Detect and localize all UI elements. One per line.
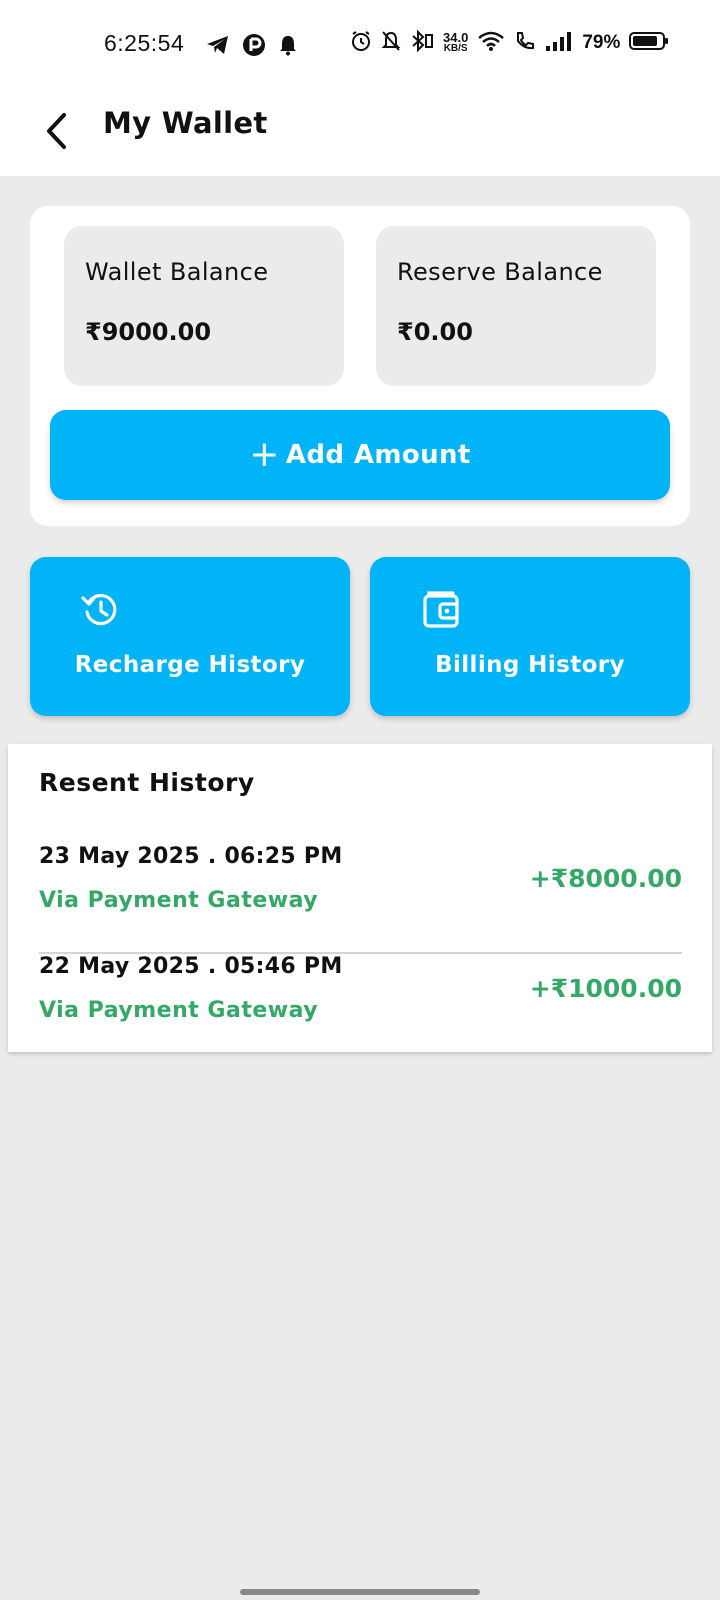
transaction-amount: +₹1000.00 [529, 974, 682, 1003]
billing-history-label: Billing History [435, 652, 625, 678]
recent-history-panel: Resent History 23 May 2025 . 06:25 PM Vi… [8, 744, 712, 1052]
add-amount-button[interactable]: + Add Amount [50, 410, 670, 500]
balance-card: Wallet Balance ₹9000.00 Reserve Balance … [30, 206, 690, 526]
net-speed-value: 34.0 [443, 30, 469, 45]
bell-icon [278, 34, 298, 60]
transaction-amount: +₹8000.00 [529, 864, 682, 893]
battery-icon [629, 30, 669, 56]
back-button[interactable] [36, 108, 76, 158]
transaction-method: Via Payment Gateway [39, 888, 319, 913]
reserve-balance-label: Reserve Balance [397, 258, 603, 286]
transaction-date: 23 May 2025 . 06:25 PM [39, 844, 343, 869]
net-speed: 34.0 KB/S [443, 30, 469, 54]
status-left-icons [206, 33, 298, 61]
bell-off-icon [381, 30, 401, 56]
battery-percentage: 79% [582, 32, 621, 53]
reserve-balance-value: ₹0.00 [397, 318, 473, 346]
status-time: 6:25:54 [104, 30, 185, 56]
alarm-icon [350, 30, 372, 56]
recent-history-title: Resent History [39, 768, 255, 797]
net-speed-unit: KB/S [443, 43, 468, 54]
wifi-calling-icon [514, 30, 536, 56]
app-header: My Wallet [0, 92, 720, 176]
reserve-balance-tile: Reserve Balance ₹0.00 [376, 226, 656, 386]
status-right-icons: 34.0 KB/S 79% [350, 29, 669, 56]
history-icon [80, 589, 122, 631]
wifi-icon [477, 30, 505, 56]
transaction-row[interactable]: 22 May 2025 . 05:46 PM Via Payment Gatew… [39, 954, 682, 1062]
status-bar: 6:25:54 34.0 KB/S 79% [0, 0, 720, 92]
wallet-balance-tile: Wallet Balance ₹9000.00 [64, 226, 344, 386]
home-indicator[interactable] [240, 1589, 480, 1595]
wallet-balance-label: Wallet Balance [85, 258, 269, 286]
add-amount-label: Add Amount [285, 440, 471, 470]
signal-icon [545, 30, 573, 56]
billing-history-button[interactable]: Billing History [370, 557, 690, 716]
recharge-history-button[interactable]: Recharge History [30, 557, 350, 716]
wallet-balance-value: ₹9000.00 [85, 318, 212, 346]
chevron-left-icon [41, 111, 71, 155]
transaction-method: Via Payment Gateway [39, 998, 319, 1023]
recharge-history-label: Recharge History [74, 652, 306, 678]
plus-icon: + [249, 434, 280, 475]
bluetooth-icon [410, 29, 434, 56]
telegram-icon [206, 34, 230, 60]
transaction-date: 22 May 2025 . 05:46 PM [39, 954, 343, 979]
transaction-row[interactable]: 23 May 2025 . 06:25 PM Via Payment Gatew… [39, 844, 682, 954]
page-title: My Wallet [103, 106, 268, 140]
app-notification-icon [242, 33, 266, 61]
wallet-icon [420, 589, 462, 631]
